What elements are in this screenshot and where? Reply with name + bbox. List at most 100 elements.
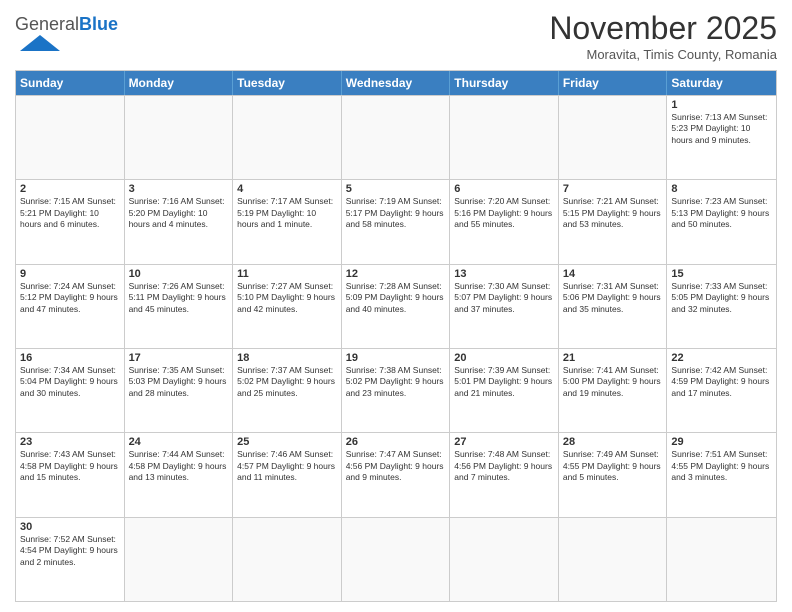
cell-date: 23 [20, 436, 120, 448]
week-row-5: 23Sunrise: 7:43 AM Sunset: 4:58 PM Dayli… [16, 432, 776, 516]
cell-info: Sunrise: 7:43 AM Sunset: 4:58 PM Dayligh… [20, 449, 120, 483]
week-row-1: 1Sunrise: 7:13 AM Sunset: 5:23 PM Daylig… [16, 95, 776, 179]
cal-cell: 5Sunrise: 7:19 AM Sunset: 5:17 PM Daylig… [342, 180, 451, 263]
cell-info: Sunrise: 7:21 AM Sunset: 5:15 PM Dayligh… [563, 196, 663, 230]
cell-info: Sunrise: 7:49 AM Sunset: 4:55 PM Dayligh… [563, 449, 663, 483]
week-row-4: 16Sunrise: 7:34 AM Sunset: 5:04 PM Dayli… [16, 348, 776, 432]
cal-cell [125, 96, 234, 179]
cal-cell [233, 96, 342, 179]
cell-date: 26 [346, 436, 446, 448]
cal-cell [342, 518, 451, 601]
cal-cell [667, 518, 776, 601]
cal-cell: 4Sunrise: 7:17 AM Sunset: 5:19 PM Daylig… [233, 180, 342, 263]
cal-cell [450, 96, 559, 179]
cell-info: Sunrise: 7:35 AM Sunset: 5:03 PM Dayligh… [129, 365, 229, 399]
cell-date: 30 [20, 521, 120, 533]
cal-cell: 20Sunrise: 7:39 AM Sunset: 5:01 PM Dayli… [450, 349, 559, 432]
cell-info: Sunrise: 7:48 AM Sunset: 4:56 PM Dayligh… [454, 449, 554, 483]
title-block: November 2025 Moravita, Timis County, Ro… [549, 10, 777, 62]
cell-date: 10 [129, 268, 229, 280]
cal-cell: 16Sunrise: 7:34 AM Sunset: 5:04 PM Dayli… [16, 349, 125, 432]
cell-date: 8 [671, 183, 772, 195]
cell-info: Sunrise: 7:41 AM Sunset: 5:00 PM Dayligh… [563, 365, 663, 399]
cal-cell [450, 518, 559, 601]
cal-cell: 1Sunrise: 7:13 AM Sunset: 5:23 PM Daylig… [667, 96, 776, 179]
cell-date: 4 [237, 183, 337, 195]
week-row-2: 2Sunrise: 7:15 AM Sunset: 5:21 PM Daylig… [16, 179, 776, 263]
cal-cell: 7Sunrise: 7:21 AM Sunset: 5:15 PM Daylig… [559, 180, 668, 263]
cell-info: Sunrise: 7:23 AM Sunset: 5:13 PM Dayligh… [671, 196, 772, 230]
cal-cell: 19Sunrise: 7:38 AM Sunset: 5:02 PM Dayli… [342, 349, 451, 432]
cal-cell: 2Sunrise: 7:15 AM Sunset: 5:21 PM Daylig… [16, 180, 125, 263]
cell-date: 22 [671, 352, 772, 364]
week-row-6: 30Sunrise: 7:52 AM Sunset: 4:54 PM Dayli… [16, 517, 776, 601]
month-title: November 2025 [549, 10, 777, 47]
logo: GeneralBlue [15, 15, 118, 58]
cal-cell: 13Sunrise: 7:30 AM Sunset: 5:07 PM Dayli… [450, 265, 559, 348]
cell-date: 24 [129, 436, 229, 448]
cell-info: Sunrise: 7:44 AM Sunset: 4:58 PM Dayligh… [129, 449, 229, 483]
location-subtitle: Moravita, Timis County, Romania [549, 47, 777, 62]
cell-date: 18 [237, 352, 337, 364]
cell-date: 12 [346, 268, 446, 280]
cell-info: Sunrise: 7:15 AM Sunset: 5:21 PM Dayligh… [20, 196, 120, 230]
col-header-tuesday: Tuesday [233, 71, 342, 95]
cal-cell [233, 518, 342, 601]
cal-cell: 24Sunrise: 7:44 AM Sunset: 4:58 PM Dayli… [125, 433, 234, 516]
logo-icon [15, 33, 65, 53]
logo-blue: Blue [79, 14, 118, 34]
cal-cell: 8Sunrise: 7:23 AM Sunset: 5:13 PM Daylig… [667, 180, 776, 263]
cell-date: 16 [20, 352, 120, 364]
cell-info: Sunrise: 7:37 AM Sunset: 5:02 PM Dayligh… [237, 365, 337, 399]
cell-date: 25 [237, 436, 337, 448]
cell-date: 11 [237, 268, 337, 280]
cell-info: Sunrise: 7:42 AM Sunset: 4:59 PM Dayligh… [671, 365, 772, 399]
col-header-saturday: Saturday [667, 71, 776, 95]
col-header-friday: Friday [559, 71, 668, 95]
cell-date: 2 [20, 183, 120, 195]
cell-info: Sunrise: 7:26 AM Sunset: 5:11 PM Dayligh… [129, 281, 229, 315]
cal-cell: 3Sunrise: 7:16 AM Sunset: 5:20 PM Daylig… [125, 180, 234, 263]
cal-cell: 18Sunrise: 7:37 AM Sunset: 5:02 PM Dayli… [233, 349, 342, 432]
week-row-3: 9Sunrise: 7:24 AM Sunset: 5:12 PM Daylig… [16, 264, 776, 348]
cal-cell [125, 518, 234, 601]
cell-date: 17 [129, 352, 229, 364]
cell-info: Sunrise: 7:19 AM Sunset: 5:17 PM Dayligh… [346, 196, 446, 230]
cal-cell: 26Sunrise: 7:47 AM Sunset: 4:56 PM Dayli… [342, 433, 451, 516]
cell-info: Sunrise: 7:30 AM Sunset: 5:07 PM Dayligh… [454, 281, 554, 315]
cal-cell: 12Sunrise: 7:28 AM Sunset: 5:09 PM Dayli… [342, 265, 451, 348]
cell-date: 27 [454, 436, 554, 448]
col-header-thursday: Thursday [450, 71, 559, 95]
cal-cell: 29Sunrise: 7:51 AM Sunset: 4:55 PM Dayli… [667, 433, 776, 516]
cal-cell: 21Sunrise: 7:41 AM Sunset: 5:00 PM Dayli… [559, 349, 668, 432]
cal-cell [342, 96, 451, 179]
col-header-sunday: Sunday [16, 71, 125, 95]
cell-info: Sunrise: 7:34 AM Sunset: 5:04 PM Dayligh… [20, 365, 120, 399]
col-header-wednesday: Wednesday [342, 71, 451, 95]
cell-info: Sunrise: 7:20 AM Sunset: 5:16 PM Dayligh… [454, 196, 554, 230]
cal-cell: 11Sunrise: 7:27 AM Sunset: 5:10 PM Dayli… [233, 265, 342, 348]
cell-info: Sunrise: 7:13 AM Sunset: 5:23 PM Dayligh… [671, 112, 772, 146]
cell-date: 9 [20, 268, 120, 280]
page: GeneralBlue November 2025 Moravita, Timi… [0, 0, 792, 612]
cal-cell: 17Sunrise: 7:35 AM Sunset: 5:03 PM Dayli… [125, 349, 234, 432]
cal-cell: 27Sunrise: 7:48 AM Sunset: 4:56 PM Dayli… [450, 433, 559, 516]
cell-date: 15 [671, 268, 772, 280]
cell-date: 28 [563, 436, 663, 448]
calendar-header: SundayMondayTuesdayWednesdayThursdayFrid… [16, 71, 776, 95]
cell-info: Sunrise: 7:39 AM Sunset: 5:01 PM Dayligh… [454, 365, 554, 399]
cell-date: 6 [454, 183, 554, 195]
cal-cell: 30Sunrise: 7:52 AM Sunset: 4:54 PM Dayli… [16, 518, 125, 601]
cal-cell: 28Sunrise: 7:49 AM Sunset: 4:55 PM Dayli… [559, 433, 668, 516]
cal-cell: 25Sunrise: 7:46 AM Sunset: 4:57 PM Dayli… [233, 433, 342, 516]
cal-cell [16, 96, 125, 179]
cal-cell: 22Sunrise: 7:42 AM Sunset: 4:59 PM Dayli… [667, 349, 776, 432]
cal-cell [559, 518, 668, 601]
cal-cell: 15Sunrise: 7:33 AM Sunset: 5:05 PM Dayli… [667, 265, 776, 348]
cell-info: Sunrise: 7:24 AM Sunset: 5:12 PM Dayligh… [20, 281, 120, 315]
cell-info: Sunrise: 7:51 AM Sunset: 4:55 PM Dayligh… [671, 449, 772, 483]
cell-date: 5 [346, 183, 446, 195]
cal-cell: 10Sunrise: 7:26 AM Sunset: 5:11 PM Dayli… [125, 265, 234, 348]
col-header-monday: Monday [125, 71, 234, 95]
cell-date: 29 [671, 436, 772, 448]
